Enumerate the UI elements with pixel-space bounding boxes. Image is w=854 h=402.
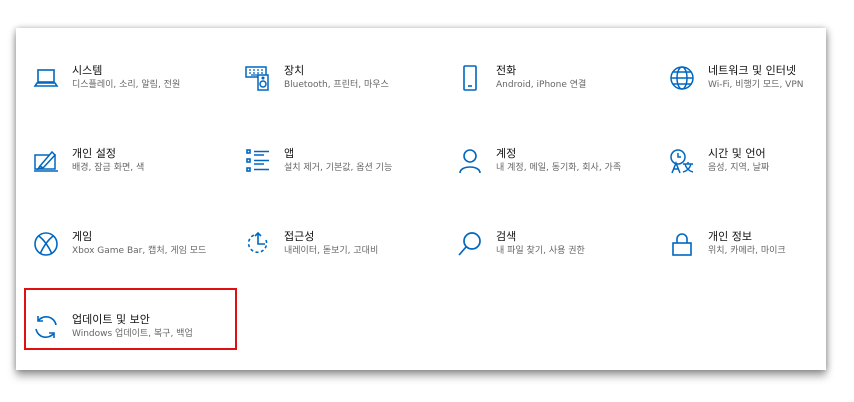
tile-description: 내 계정, 메일, 동기화, 회사, 가족 bbox=[496, 163, 622, 173]
tile-accessibility[interactable]: 접근성 내레이터, 돋보기, 고대비 bbox=[228, 225, 428, 295]
tile-title: 네트워크 및 인터넷 bbox=[708, 64, 796, 77]
tile-title: 게임 bbox=[72, 230, 93, 243]
tile-title: 계정 bbox=[496, 147, 517, 160]
tile-description: Bluetooth, 프린터, 마우스 bbox=[284, 80, 389, 90]
phone-icon bbox=[456, 64, 484, 92]
tile-description: Wi-Fi, 비행기 모드, VPN bbox=[708, 80, 804, 90]
tile-privacy[interactable]: 개인 정보 위치, 카메라, 마이크 bbox=[652, 225, 852, 295]
xbox-icon bbox=[32, 230, 60, 258]
tile-description: 내 파일 찾기, 사용 권한 bbox=[496, 246, 585, 256]
tile-personalization[interactable]: 개인 설정 배경, 잠금 화면, 색 bbox=[16, 142, 216, 212]
tile-description: 설치 제거, 기본값, 옵션 기능 bbox=[284, 163, 393, 173]
tile-title: 시간 및 언어 bbox=[708, 147, 766, 160]
paint-brush-icon bbox=[32, 147, 60, 175]
tile-title: 시스템 bbox=[72, 64, 103, 77]
time-language-icon bbox=[668, 147, 696, 175]
tile-description: Android, iPhone 연결 bbox=[496, 80, 587, 90]
tile-title: 개인 설정 bbox=[72, 147, 116, 160]
lock-icon bbox=[668, 230, 696, 258]
tile-time-language[interactable]: 시간 및 언어 음성, 지역, 날짜 bbox=[652, 142, 852, 212]
tile-apps[interactable]: 앱 설치 제거, 기본값, 옵션 기능 bbox=[228, 142, 428, 212]
search-icon bbox=[456, 230, 484, 258]
accessibility-icon bbox=[244, 230, 272, 258]
highlight-box bbox=[24, 288, 237, 350]
tile-description: 위치, 카메라, 마이크 bbox=[708, 246, 786, 256]
tile-description: Xbox Game Bar, 캡처, 게임 모드 bbox=[72, 246, 207, 256]
tile-title: 접근성 bbox=[284, 230, 315, 243]
keyboard-speaker-icon bbox=[244, 64, 272, 92]
tile-description: 디스플레이, 소리, 알림, 전원 bbox=[72, 80, 181, 90]
tile-network[interactable]: 네트워크 및 인터넷 Wi-Fi, 비행기 모드, VPN bbox=[652, 59, 852, 129]
settings-panel: 시스템 디스플레이, 소리, 알림, 전원 장치 Bluetooth, 프린터,… bbox=[16, 28, 826, 370]
tile-description: 음성, 지역, 날짜 bbox=[708, 163, 770, 173]
person-icon bbox=[456, 147, 484, 175]
tile-gaming[interactable]: 게임 Xbox Game Bar, 캡처, 게임 모드 bbox=[16, 225, 216, 295]
tile-title: 장치 bbox=[284, 64, 305, 77]
tile-title: 검색 bbox=[496, 230, 517, 243]
apps-list-icon bbox=[244, 147, 272, 175]
globe-icon bbox=[668, 64, 696, 92]
tile-devices[interactable]: 장치 Bluetooth, 프린터, 마우스 bbox=[228, 59, 428, 129]
tile-description: 내레이터, 돋보기, 고대비 bbox=[284, 246, 379, 256]
tile-title: 전화 bbox=[496, 64, 517, 77]
tile-system[interactable]: 시스템 디스플레이, 소리, 알림, 전원 bbox=[16, 59, 216, 129]
tile-title: 앱 bbox=[284, 147, 295, 160]
tile-phone[interactable]: 전화 Android, iPhone 연결 bbox=[440, 59, 640, 129]
tile-title: 개인 정보 bbox=[708, 230, 752, 243]
tile-accounts[interactable]: 계정 내 계정, 메일, 동기화, 회사, 가족 bbox=[440, 142, 640, 212]
laptop-icon bbox=[32, 64, 60, 92]
tile-description: 배경, 잠금 화면, 색 bbox=[72, 163, 145, 173]
tile-search[interactable]: 검색 내 파일 찾기, 사용 권한 bbox=[440, 225, 640, 295]
